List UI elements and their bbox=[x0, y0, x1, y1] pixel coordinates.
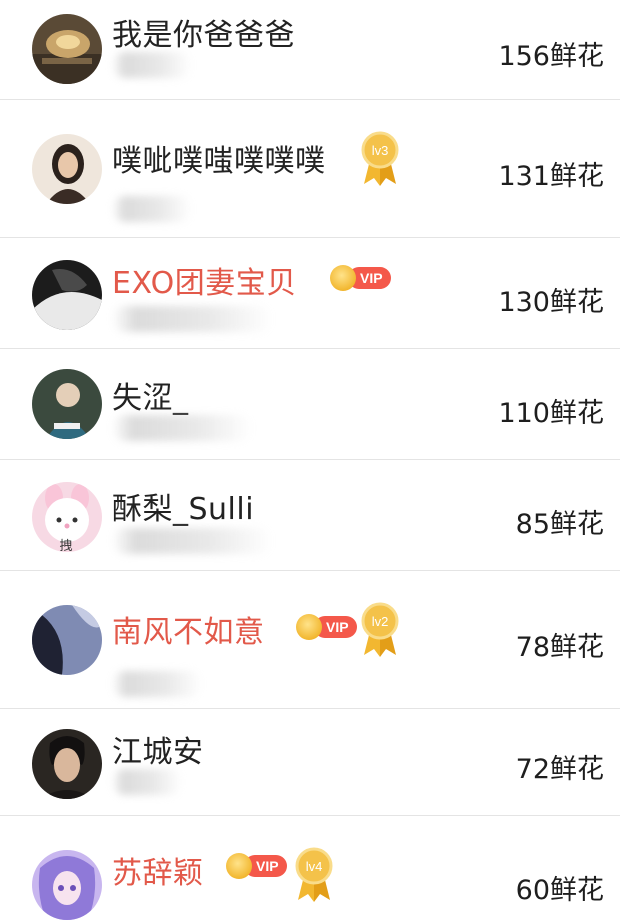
medal-icon: lv4 bbox=[295, 847, 333, 902]
list-item[interactable]: 南风不如意 VIP lv2 78鲜花 bbox=[0, 571, 640, 709]
user-subtitle-blurred bbox=[112, 415, 252, 441]
vip-badge: VIP bbox=[330, 265, 391, 291]
list-item[interactable]: 失涩_ 110鲜花 bbox=[0, 349, 640, 460]
list-item[interactable]: 噗呲噗嗤噗噗噗 lv3 131鲜花 bbox=[0, 100, 640, 238]
avatar[interactable] bbox=[32, 605, 102, 675]
list-item[interactable]: 江城安 72鲜花 bbox=[0, 709, 640, 816]
medal-level: lv3 bbox=[372, 143, 389, 158]
user-subtitle-blurred bbox=[112, 528, 272, 554]
medal-level: lv2 bbox=[372, 614, 389, 629]
username: 酥梨_Sulli bbox=[112, 492, 255, 527]
vip-badge: VIP bbox=[296, 614, 357, 640]
list-item[interactable]: 拽 酥梨_Sulli 85鲜花 bbox=[0, 460, 640, 571]
crown-icon bbox=[330, 265, 356, 291]
user-subtitle-blurred bbox=[112, 306, 272, 332]
avatar[interactable] bbox=[32, 134, 102, 204]
flower-count: 156鲜花 bbox=[498, 41, 604, 72]
flower-count: 85鲜花 bbox=[515, 509, 604, 540]
flower-count: 60鲜花 bbox=[515, 875, 604, 906]
user-subtitle-blurred bbox=[112, 52, 192, 78]
flower-count: 110鲜花 bbox=[498, 398, 604, 429]
username: EXO团妻宝贝 bbox=[112, 266, 297, 301]
list-item[interactable]: 苏辞颖 VIP lv4 60鲜花 bbox=[0, 816, 640, 920]
username: 苏辞颖 bbox=[112, 856, 204, 891]
username: 我是你爸爸爸 bbox=[112, 18, 295, 53]
avatar[interactable] bbox=[32, 850, 102, 920]
medal-icon: lv2 bbox=[361, 602, 399, 657]
avatar-caption: 拽 bbox=[59, 539, 72, 552]
crown-icon bbox=[226, 853, 252, 879]
avatar[interactable] bbox=[32, 369, 102, 439]
avatar[interactable] bbox=[32, 14, 102, 84]
avatar[interactable] bbox=[32, 729, 102, 799]
avatar[interactable]: 拽 bbox=[32, 482, 102, 552]
list-item[interactable]: EXO团妻宝贝 VIP 130鲜花 bbox=[0, 238, 640, 349]
user-subtitle-blurred bbox=[112, 769, 182, 795]
username: 江城安 bbox=[112, 735, 204, 770]
flower-count: 130鲜花 bbox=[498, 287, 604, 318]
username: 南风不如意 bbox=[112, 615, 265, 650]
user-subtitle-blurred bbox=[112, 671, 202, 697]
list-item[interactable]: 我是你爸爸爸 156鲜花 bbox=[0, 0, 640, 100]
crown-icon bbox=[296, 614, 322, 640]
vip-badge: VIP bbox=[226, 853, 287, 879]
username: 失涩_ bbox=[112, 381, 189, 416]
flower-count: 78鲜花 bbox=[515, 632, 604, 663]
medal-icon: lv3 bbox=[361, 131, 399, 186]
flower-count: 72鲜花 bbox=[515, 754, 604, 785]
avatar[interactable] bbox=[32, 260, 102, 330]
medal-level: lv4 bbox=[306, 859, 323, 874]
user-subtitle-blurred bbox=[112, 196, 192, 222]
flower-count: 131鲜花 bbox=[498, 161, 604, 192]
username: 噗呲噗嗤噗噗噗 bbox=[112, 144, 326, 179]
